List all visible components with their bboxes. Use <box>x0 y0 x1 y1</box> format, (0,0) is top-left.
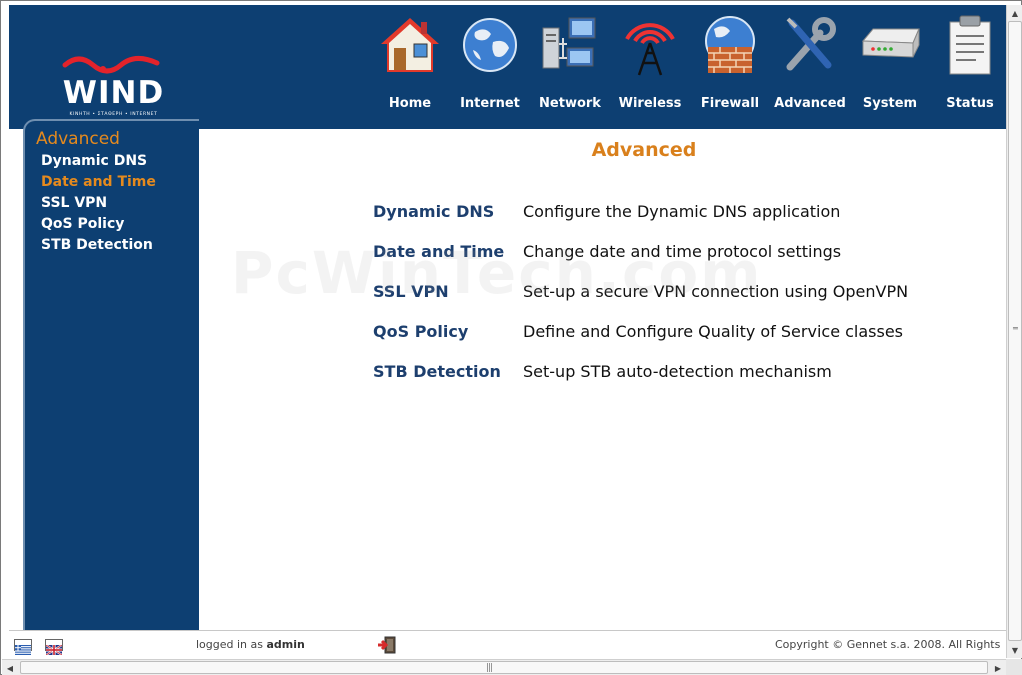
greek-flag-icon[interactable] <box>14 639 32 655</box>
horizontal-scrollbar[interactable]: ◀ ||| ▶ <box>2 659 1006 675</box>
sidebar-item-qos-policy[interactable]: QoS Policy <box>41 216 124 232</box>
scroll-grip-icon: ||| <box>486 663 493 673</box>
nav-internet[interactable]: Internet <box>450 9 530 117</box>
nav-wireless[interactable]: Wireless <box>610 9 690 117</box>
tools-icon <box>778 13 842 77</box>
home-icon <box>378 13 442 77</box>
nav-internet-label: Internet <box>460 96 520 111</box>
vertical-scroll-thumb[interactable]: ═ <box>1008 21 1022 641</box>
nav-system[interactable]: System <box>850 9 930 117</box>
link-stb-detection[interactable]: STB Detection <box>373 362 501 381</box>
scroll-left-arrow-icon[interactable]: ◀ <box>2 660 18 675</box>
link-dynamic-dns[interactable]: Dynamic DNS <box>373 202 494 221</box>
scroll-up-arrow-icon[interactable]: ▲ <box>1007 5 1022 21</box>
scroll-grip-icon: ═ <box>1013 324 1018 333</box>
login-status: logged in as admin <box>196 638 305 651</box>
scroll-right-arrow-icon[interactable]: ▶ <box>990 660 1006 675</box>
nav-status-label: Status <box>946 96 994 111</box>
globe-icon <box>458 13 522 77</box>
vertical-scrollbar[interactable]: ▲ ═ ▼ <box>1006 5 1022 658</box>
nav-status[interactable]: Status <box>930 9 1010 117</box>
sidebar-title: Advanced <box>36 129 120 149</box>
logout-door-icon[interactable] <box>377 635 397 655</box>
sidebar: Advanced Dynamic DNS Date and Time SSL V… <box>23 119 199 630</box>
router-device-icon <box>858 13 922 77</box>
wireless-antenna-icon <box>618 13 682 77</box>
sidebar-item-ssl-vpn[interactable]: SSL VPN <box>41 195 107 211</box>
header-bar: WIND ΚΙΝΗΤΗ • ΣΤΑΘΕΡΗ • INTERNET Home In… <box>9 5 1006 129</box>
nav-advanced-label: Advanced <box>774 96 846 111</box>
login-username: admin <box>266 638 305 651</box>
nav-network-label: Network <box>539 96 601 111</box>
sidebar-item-dynamic-dns[interactable]: Dynamic DNS <box>41 153 147 169</box>
scroll-down-arrow-icon[interactable]: ▼ <box>1007 642 1022 658</box>
desc-dynamic-dns: Configure the Dynamic DNS application <box>523 202 841 221</box>
nav-home[interactable]: Home <box>370 9 450 117</box>
logo-tagline: ΚΙΝΗΤΗ • ΣΤΑΘΕΡΗ • INTERNET <box>69 112 158 117</box>
nav-firewall[interactable]: Firewall <box>690 9 770 117</box>
nav-advanced[interactable]: Advanced <box>770 9 850 117</box>
horizontal-scroll-thumb[interactable]: ||| <box>20 661 988 674</box>
network-computers-icon <box>538 13 602 77</box>
browser-viewport: WIND ΚΙΝΗΤΗ • ΣΤΑΘΕΡΗ • INTERNET Home In… <box>0 0 1022 675</box>
desc-qos-policy: Define and Configure Quality of Service … <box>523 322 904 341</box>
nav-system-label: System <box>862 96 918 111</box>
scrollbar-corner <box>1006 659 1022 675</box>
login-prefix: logged in as <box>196 638 263 651</box>
sidebar-item-stb-detection[interactable]: STB Detection <box>41 237 153 253</box>
desc-stb-detection: Set-up STB auto-detection mechanism <box>523 362 832 381</box>
firewall-icon <box>698 13 762 77</box>
page-title: Advanced <box>591 139 697 161</box>
copyright-text: Copyright © Gennet s.a. 2008. All Rights <box>775 638 1001 651</box>
nav-network[interactable]: Network <box>530 9 610 117</box>
main-content: Advanced Dynamic DNS Configure the Dynam… <box>199 129 1006 629</box>
clipboard-icon <box>938 13 1002 77</box>
watermark: PcWinTech.com <box>231 239 763 307</box>
nav-wireless-label: Wireless <box>618 96 682 111</box>
wind-logo[interactable]: WIND ΚΙΝΗΤΗ • ΣΤΑΘΕΡΗ • INTERNET <box>51 53 176 123</box>
link-qos-policy[interactable]: QoS Policy <box>373 322 468 341</box>
footer-bar: logged in as admin Copyright © Gennet s.… <box>9 630 1006 658</box>
uk-flag-icon[interactable] <box>45 639 63 656</box>
nav-home-label: Home <box>388 96 432 111</box>
nav-firewall-label: Firewall <box>700 96 760 111</box>
sidebar-item-date-and-time[interactable]: Date and Time <box>41 174 156 190</box>
logo-text: WIND <box>62 75 165 111</box>
